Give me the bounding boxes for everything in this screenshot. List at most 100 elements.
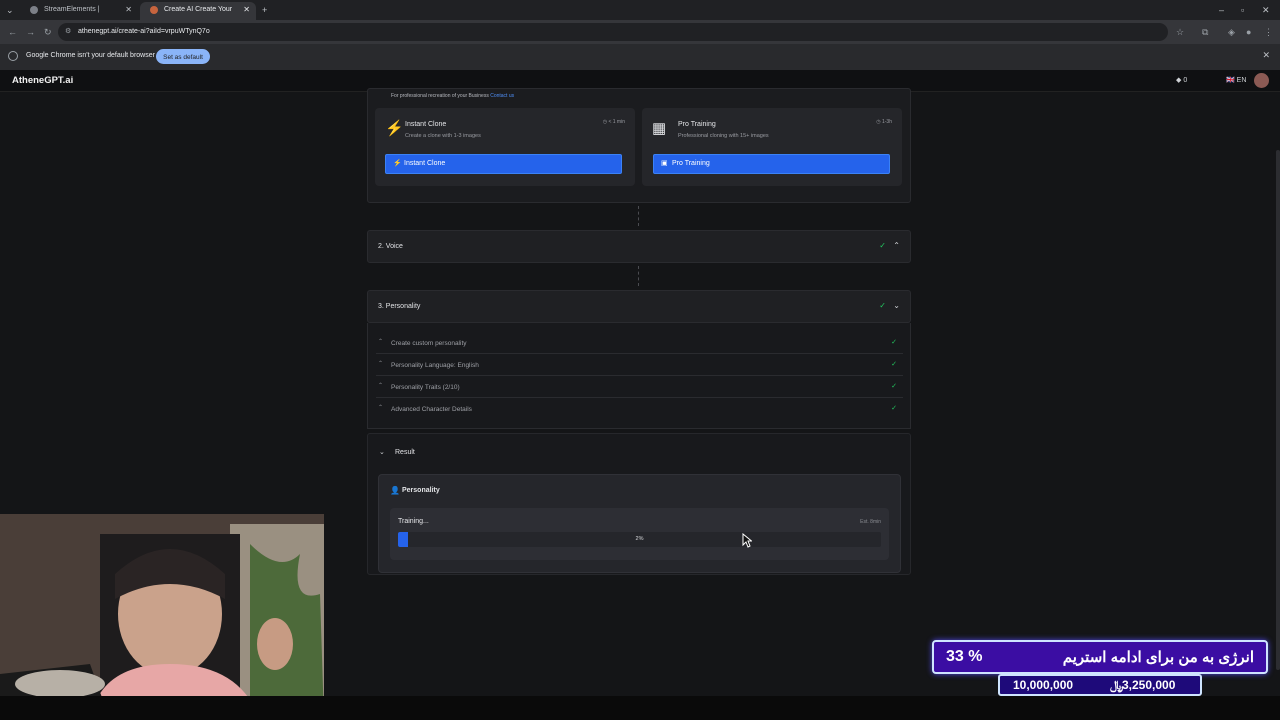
item-label: Personality Language: English [391,362,479,369]
progress-label: 2% [635,536,644,542]
pro-training-option[interactable]: ▦ Pro Training Professional cloning with… [642,108,902,186]
section-title: 3. Personality [378,303,421,310]
webcam-feed [0,514,324,720]
tab-create-ai[interactable]: Create AI Create Your Sentient... ✕ [140,2,256,29]
goal-percent: 33 % [946,648,983,665]
goal-current: 3,250,000 [1122,678,1176,692]
default-browser-infobar: Google Chrome isn't your default browser… [0,44,1280,70]
language-selector[interactable]: 🇬🇧 EN [1226,76,1246,84]
time-value: 1-3h [881,119,892,125]
extensions-icon[interactable]: ⧉ [1202,24,1208,40]
chevron-down-icon[interactable]: ⌄ [893,301,900,310]
option-title: Instant Clone [405,121,447,128]
pro-note-text: For professional recreation of your Busi… [391,93,489,99]
step-connector [638,206,639,226]
energy-goal-banner: 33 % انرژی به من برای ادامه استریم [932,640,1268,674]
check-icon: ✓ [891,383,897,390]
minimize-icon[interactable]: – [1219,0,1224,20]
address-bar[interactable]: ⚙ athenegpt.ai/create-ai?aiId=vrpuWTynQ7… [58,23,1168,41]
app-logo[interactable]: AtheneGPT.ai [12,75,73,86]
training-progress-bar: 2% [398,532,881,547]
chrome-icon [8,51,18,61]
chevron-up-icon[interactable]: ⌃ [378,382,383,389]
item-label: Advanced Character Details [391,406,472,413]
instant-clone-button[interactable]: ⚡ Instant Clone [385,154,622,174]
option-subtitle: Professional cloning with 15+ images [678,133,769,139]
image-icon: ▣ [661,160,668,167]
time-estimate: ◷ < 1 min [602,119,625,125]
page-scrollbar[interactable] [1276,150,1280,670]
card-title: Personality [402,487,440,494]
section-title: 2. Voice [378,243,403,250]
personality-section-header[interactable]: 3. Personality ✓ ⌄ [367,290,911,323]
chevron-up-icon[interactable]: ⌃ [893,241,900,250]
time-value: < 1 min [608,119,625,125]
lightning-icon: ⚡ [393,160,402,167]
personality-item[interactable]: ⌃ Advanced Character Details ✓ [376,398,903,420]
user-avatar[interactable] [1254,73,1269,88]
chevron-down-icon[interactable]: ⌄ [379,448,385,456]
tab-favicon-icon [150,6,158,14]
button-label: Instant Clone [404,160,446,167]
result-title: Result [395,449,415,456]
goal-amounts: 10,000,000 ﷼ 3,250,000 [998,674,1202,696]
personality-section-body: ⌃ Create custom personality ✓ ⌃ Personal… [367,323,911,429]
chevron-up-icon[interactable]: ⌃ [378,360,383,367]
credits-count: 0 [1183,77,1188,84]
tab-streamelements[interactable]: StreamElements | AtheneAlert... ✕ [20,2,138,29]
check-icon: ✓ [879,241,886,250]
chevron-up-icon[interactable]: ⌃ [378,404,383,411]
personality-result-card: 👤 Personality Training... Est. 8min 2% [378,474,901,573]
site-info-icon[interactable]: ⚙ [65,23,71,41]
image-icon: ▦ [652,120,667,137]
browser-tab-strip: ⌄ StreamElements | AtheneAlert... ✕ Crea… [0,0,1280,29]
infobar-close-icon[interactable]: ✕ [1262,50,1270,61]
forward-icon[interactable]: → [26,24,35,40]
menu-icon[interactable]: ⋮ [1264,24,1273,40]
language-code: EN [1236,77,1247,84]
check-icon: ✓ [891,405,897,412]
training-status: Training... Est. 8min 2% [390,508,889,560]
extension-icon[interactable]: ◈ [1228,24,1235,40]
item-label: Personality Traits (2/10) [391,384,460,391]
item-label: Create custom personality [391,340,467,347]
lightning-icon: ⚡ [385,120,404,137]
option-title: Pro Training [678,121,716,128]
contact-us-link[interactable]: Contact us [490,93,514,99]
tab-close-icon[interactable]: ✕ [243,2,250,18]
window-close-icon[interactable]: ✕ [1262,0,1270,20]
reload-icon[interactable]: ↻ [44,24,52,40]
goal-target: 10,000,000 [1013,678,1074,692]
time-estimate: Est. 8min [860,519,881,525]
profile-icon[interactable]: ● [1246,24,1251,40]
user-icon: 👤 [390,486,400,495]
time-estimate: ◷ 1-3h [876,119,892,125]
personality-item[interactable]: ⌃ Personality Traits (2/10) ✓ [376,376,903,398]
check-icon: ✓ [891,361,897,368]
new-tab-icon[interactable]: + [262,0,267,20]
pro-note: For professional recreation of your Busi… [391,93,514,99]
set-default-button[interactable]: Set as default [156,49,210,64]
voice-section-header[interactable]: 2. Voice ✓ ⌃ [367,230,911,263]
default-browser-notice: Google Chrome isn't your default browser [26,52,155,59]
personality-item[interactable]: ⌃ Personality Language: English ✓ [376,354,903,376]
instant-clone-option[interactable]: ⚡ Instant Clone Create a clone with 1-3 … [375,108,635,186]
pro-training-button[interactable]: ▣ Pro Training [653,154,890,174]
chevron-up-icon[interactable]: ⌃ [378,338,383,345]
tab-close-icon[interactable]: ✕ [125,2,132,18]
tab-favicon-icon [30,6,38,14]
bottom-strip [0,696,1280,720]
credits-indicator[interactable]: ◆ 0 [1176,76,1187,84]
button-label: Pro Training [672,160,710,167]
goal-message: انرژی به من برای ادامه استریم [1062,649,1254,666]
result-section: ⌄ Result 👤 Personality Training... Est. … [367,433,911,575]
browser-toolbar: ← → ↻ ⚙ athenegpt.ai/create-ai?aiId=vrpu… [0,20,1280,44]
option-subtitle: Create a clone with 1-3 images [405,133,481,139]
mouse-cursor-icon [742,533,752,548]
bookmark-star-icon[interactable]: ☆ [1176,24,1184,40]
check-icon: ✓ [891,339,897,346]
back-icon[interactable]: ← [8,24,17,40]
tab-search-icon[interactable]: ⌄ [6,0,14,20]
personality-item[interactable]: ⌃ Create custom personality ✓ [376,332,903,354]
restore-icon[interactable]: ▫ [1241,0,1244,20]
